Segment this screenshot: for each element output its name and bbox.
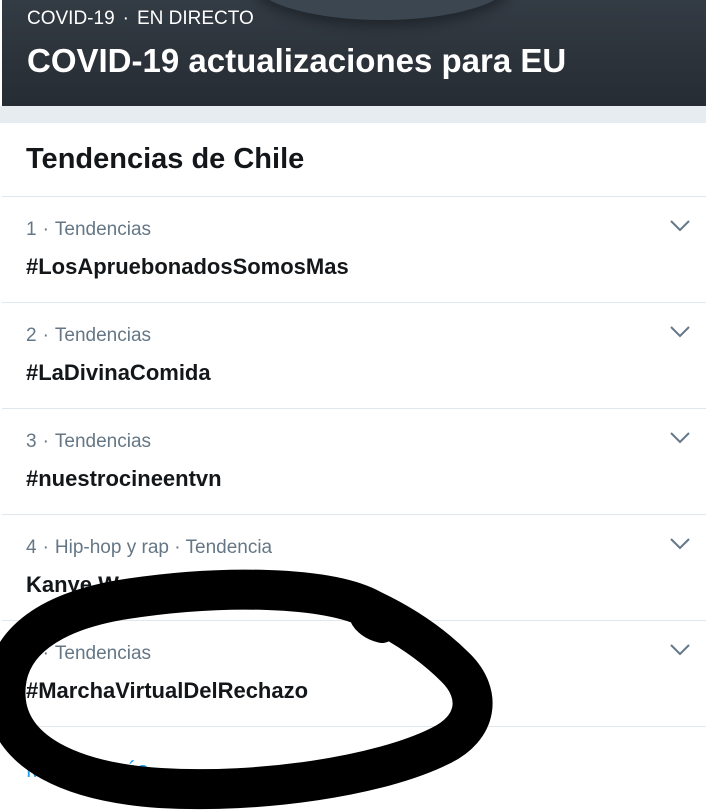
trend-name: Kanye West xyxy=(26,572,151,597)
chevron-down-icon[interactable] xyxy=(670,219,690,233)
section-gap xyxy=(0,106,706,123)
trend-context: Tendencias xyxy=(54,431,152,452)
banner-category: COVID-19 xyxy=(27,8,115,29)
trend-meta: 5 · Tendencias xyxy=(26,643,151,665)
trend-context: Hip-hop y rap · Tendencia xyxy=(54,537,273,558)
banner-title: COVID-19 actualizaciones para EU xyxy=(27,42,567,79)
trend-meta: 4 · Hip-hop y rap · Tendencia xyxy=(26,537,272,559)
trend-separator: · xyxy=(42,325,49,346)
trend-context: Tendencias xyxy=(54,219,152,240)
trend-context: Tendencias xyxy=(54,325,152,346)
trend-rank: 5 xyxy=(26,643,37,664)
trend-item[interactable]: 4 · Hip-hop y rap · Tendencia Kanye West xyxy=(2,515,706,621)
trend-rank: 2 xyxy=(26,325,37,346)
trend-rank: 3 xyxy=(26,431,37,452)
trend-meta: 2 · Tendencias xyxy=(26,325,151,347)
trend-item[interactable]: 3 · Tendencias #nuestrocineentvn xyxy=(2,409,706,515)
trend-meta: 1 · Tendencias xyxy=(26,219,151,241)
trend-item[interactable]: 2 · Tendencias #LaDivinaComida xyxy=(2,303,706,409)
trend-name: #MarchaVirtualDelRechazo xyxy=(26,678,309,703)
banner-status: EN DIRECTO xyxy=(136,8,254,29)
banner-separator: · xyxy=(122,8,129,29)
trend-name: #LaDivinaComida xyxy=(26,360,211,385)
chevron-down-icon[interactable] xyxy=(670,325,690,339)
trend-separator: · xyxy=(42,431,49,452)
banner-meta: COVID-19 · EN DIRECTO xyxy=(27,8,254,30)
trend-item[interactable]: 5 · Tendencias #MarchaVirtualDelRechazo xyxy=(2,621,706,727)
trend-rank: 1 xyxy=(26,219,37,240)
trend-separator: · xyxy=(42,643,49,664)
trend-separator: · xyxy=(42,537,49,558)
trend-meta: 3 · Tendencias xyxy=(26,431,151,453)
chevron-down-icon[interactable] xyxy=(670,537,690,551)
trends-title: Tendencias de Chile xyxy=(2,123,706,197)
trend-item[interactable]: 1 · Tendencias #LosApruebonadosSomosMas xyxy=(2,197,706,303)
trends-page: COVID-19 · EN DIRECTO COVID-19 actualizaci… xyxy=(0,0,706,810)
trend-rank: 4 xyxy=(26,537,37,558)
banner-image-fragment xyxy=(252,0,512,20)
trends-section: Tendencias de Chile 1 · Tendencias #LosApr… xyxy=(2,123,706,810)
covid-banner[interactable]: COVID-19 · EN DIRECTO COVID-19 actualizaci… xyxy=(2,0,706,106)
trend-separator: · xyxy=(42,219,49,240)
trend-context: Tendencias xyxy=(54,643,152,664)
trend-name: #nuestrocineentvn xyxy=(26,466,222,491)
chevron-down-icon[interactable] xyxy=(670,643,690,657)
chevron-down-icon[interactable] xyxy=(670,431,690,445)
trend-name: #LosApruebonadosSomosMas xyxy=(26,254,349,279)
show-more-link[interactable]: Mostrar más xyxy=(26,757,148,783)
